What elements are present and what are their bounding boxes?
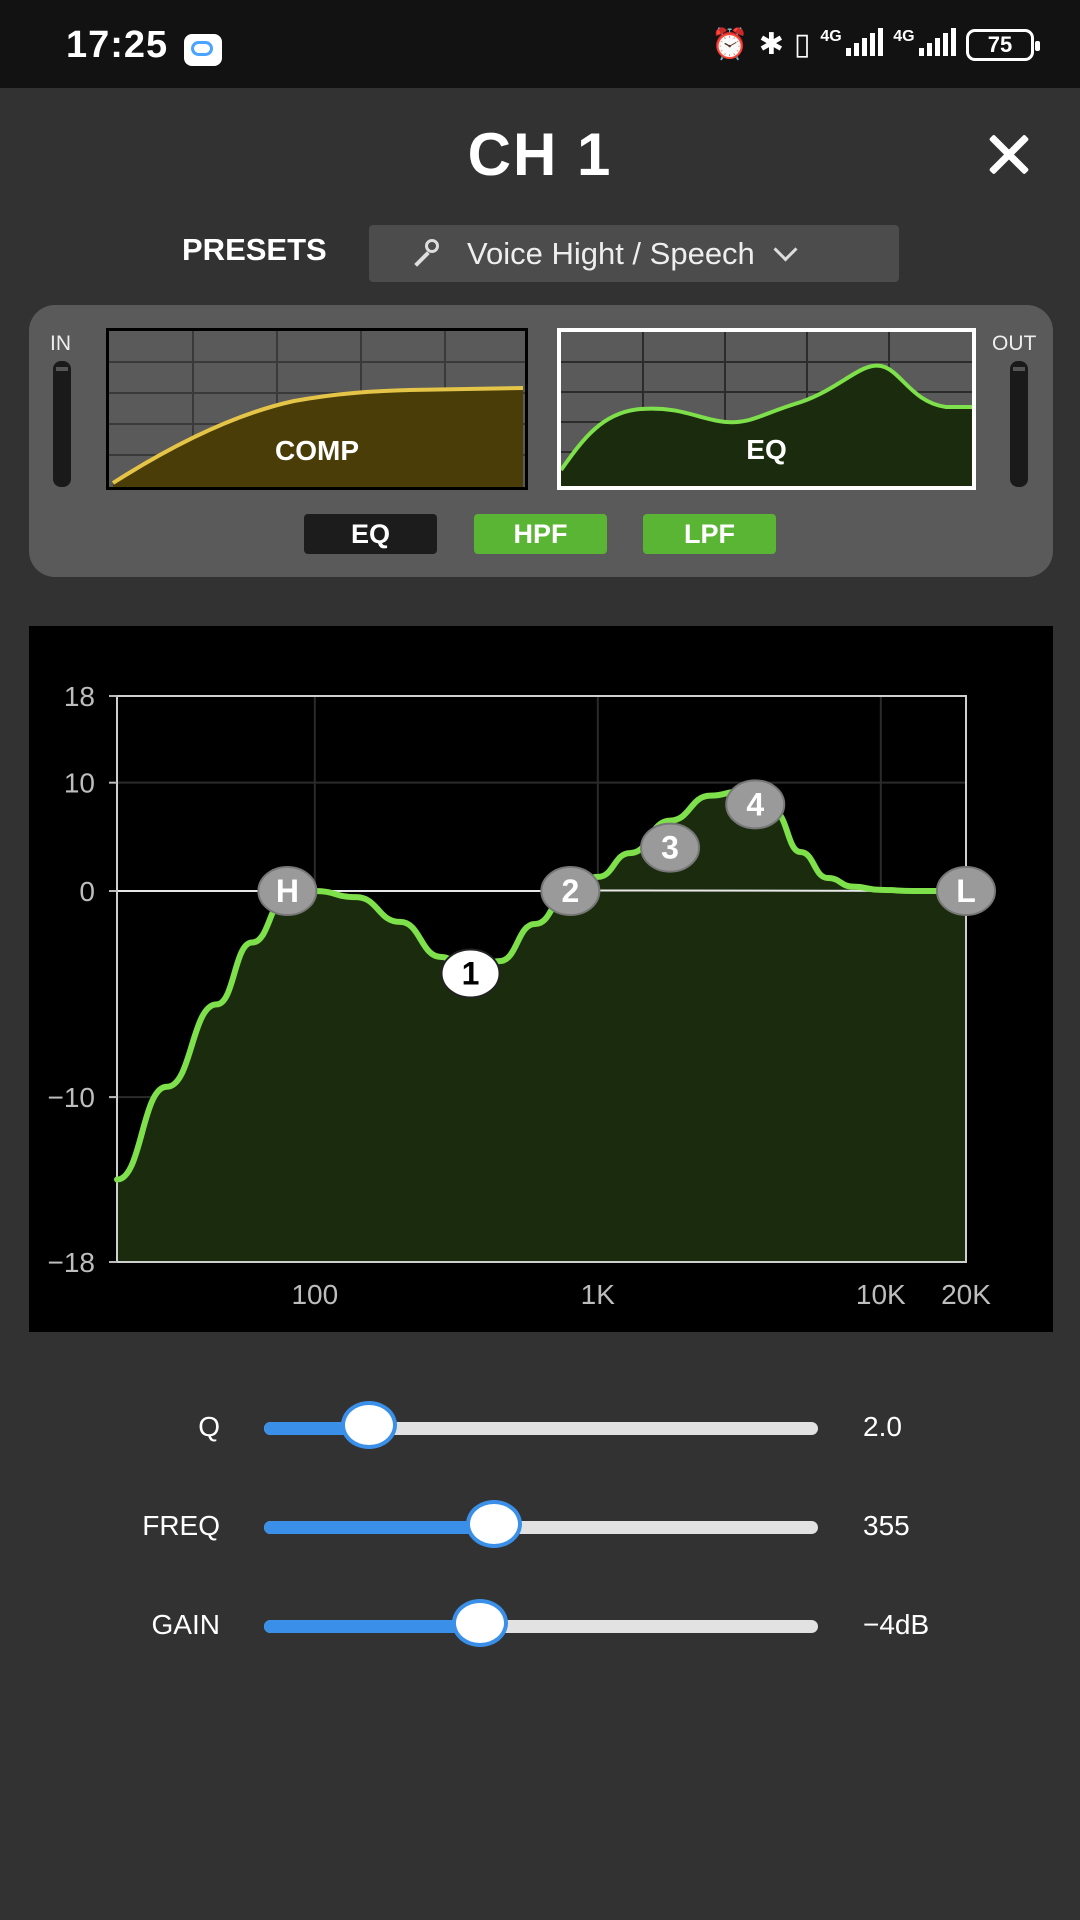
freq-slider[interactable] bbox=[264, 1500, 818, 1548]
eq-chart[interactable]: 18100−10−18100 1K 10K 20KH1234L bbox=[29, 626, 1053, 1332]
lpf-toggle[interactable]: LPF bbox=[643, 514, 776, 554]
signal-icon: 4G bbox=[893, 28, 956, 61]
q-label: Q bbox=[198, 1411, 220, 1442]
output-meter bbox=[1010, 361, 1028, 487]
hpf-toggle[interactable]: HPF bbox=[474, 514, 607, 554]
alarm-icon: ⏰ bbox=[711, 27, 749, 61]
eq-band-handle-3[interactable]: 3 bbox=[640, 822, 701, 873]
eq-label: EQ bbox=[746, 434, 787, 465]
battery-icon: 75 bbox=[966, 28, 1040, 61]
input-meter bbox=[53, 361, 71, 487]
gain-label: GAIN bbox=[151, 1609, 220, 1640]
comp-module[interactable]: COMP bbox=[106, 328, 528, 490]
presets-label: PRESETS bbox=[182, 232, 327, 267]
output-meter-label: OUT bbox=[992, 332, 1037, 355]
handle-label: 4 bbox=[746, 786, 764, 822]
microphone-icon bbox=[411, 238, 441, 269]
x-tick-label: 1K bbox=[581, 1279, 616, 1310]
preset-dropdown[interactable]: Voice Hight / Speech bbox=[369, 225, 899, 282]
status-icons: ⏰ ✱ ▯ 4G 4G 75 bbox=[711, 27, 1040, 61]
network-type: 4G bbox=[893, 28, 915, 45]
battery-level: 75 bbox=[987, 31, 1013, 57]
eq-toggle[interactable]: EQ bbox=[304, 514, 437, 554]
eq-band-handle-1[interactable]: 1 bbox=[440, 948, 501, 999]
status-time: 17:25 bbox=[66, 24, 169, 66]
handle-label: 1 bbox=[462, 955, 480, 991]
y-tick-label: −10 bbox=[48, 1082, 96, 1113]
page-title: CH 1 bbox=[467, 121, 613, 188]
x-tick-label: 20K bbox=[941, 1279, 991, 1310]
handle-label: L bbox=[956, 873, 976, 909]
chevron-down-icon bbox=[773, 237, 798, 262]
freq-slider-thumb[interactable] bbox=[465, 1500, 522, 1548]
gain-slider-thumb[interactable] bbox=[452, 1599, 509, 1647]
handle-label: 3 bbox=[661, 830, 679, 866]
gain-value: −4dB bbox=[863, 1609, 930, 1640]
q-slider-thumb[interactable] bbox=[341, 1401, 398, 1449]
y-tick-label: −18 bbox=[48, 1247, 96, 1278]
eq-band-handle-l[interactable]: L bbox=[936, 866, 996, 916]
freq-value: 355 bbox=[863, 1510, 910, 1541]
freq-slider-fill bbox=[264, 1521, 494, 1534]
eq-curve-fill bbox=[117, 791, 966, 1262]
handle-label: 2 bbox=[561, 873, 579, 909]
q-value: 2.0 bbox=[863, 1411, 902, 1442]
y-tick-label: 10 bbox=[64, 768, 95, 799]
x-tick-label: 10K bbox=[856, 1279, 906, 1310]
comp-label: COMP bbox=[275, 435, 359, 466]
close-icon[interactable] bbox=[986, 132, 1032, 178]
eq-graph[interactable]: 18 10 0 −10 −18 100 1K 10K 20K H 1 2 3 4 L bbox=[29, 626, 1053, 1332]
eq-band-handle-2[interactable]: 2 bbox=[540, 866, 601, 916]
x-tick-label: 100 bbox=[291, 1279, 338, 1310]
signal-icon: 4G bbox=[820, 28, 884, 61]
vibrate-icon: ▯ bbox=[793, 27, 811, 61]
eq-module[interactable]: EQ bbox=[557, 328, 976, 490]
network-type: 4G bbox=[820, 28, 842, 45]
eq-band-handle-h[interactable]: H bbox=[257, 866, 318, 916]
chat-app-icon bbox=[184, 34, 222, 66]
q-slider[interactable] bbox=[264, 1401, 818, 1449]
preset-value: Voice Hight / Speech bbox=[467, 235, 755, 271]
y-tick-label: 18 bbox=[64, 681, 95, 712]
handle-label: H bbox=[276, 873, 299, 909]
freq-label: FREQ bbox=[142, 1510, 220, 1541]
y-tick-label: 0 bbox=[79, 876, 95, 907]
bluetooth-icon: ✱ bbox=[758, 27, 784, 61]
gain-slider[interactable] bbox=[264, 1599, 818, 1647]
status-bar: 17:25 ⏰ ✱ ▯ 4G 4G 75 bbox=[0, 0, 1080, 88]
eq-band-handle-4[interactable]: 4 bbox=[725, 779, 786, 830]
gain-slider-fill bbox=[264, 1620, 481, 1633]
input-meter-label: IN bbox=[50, 332, 71, 355]
